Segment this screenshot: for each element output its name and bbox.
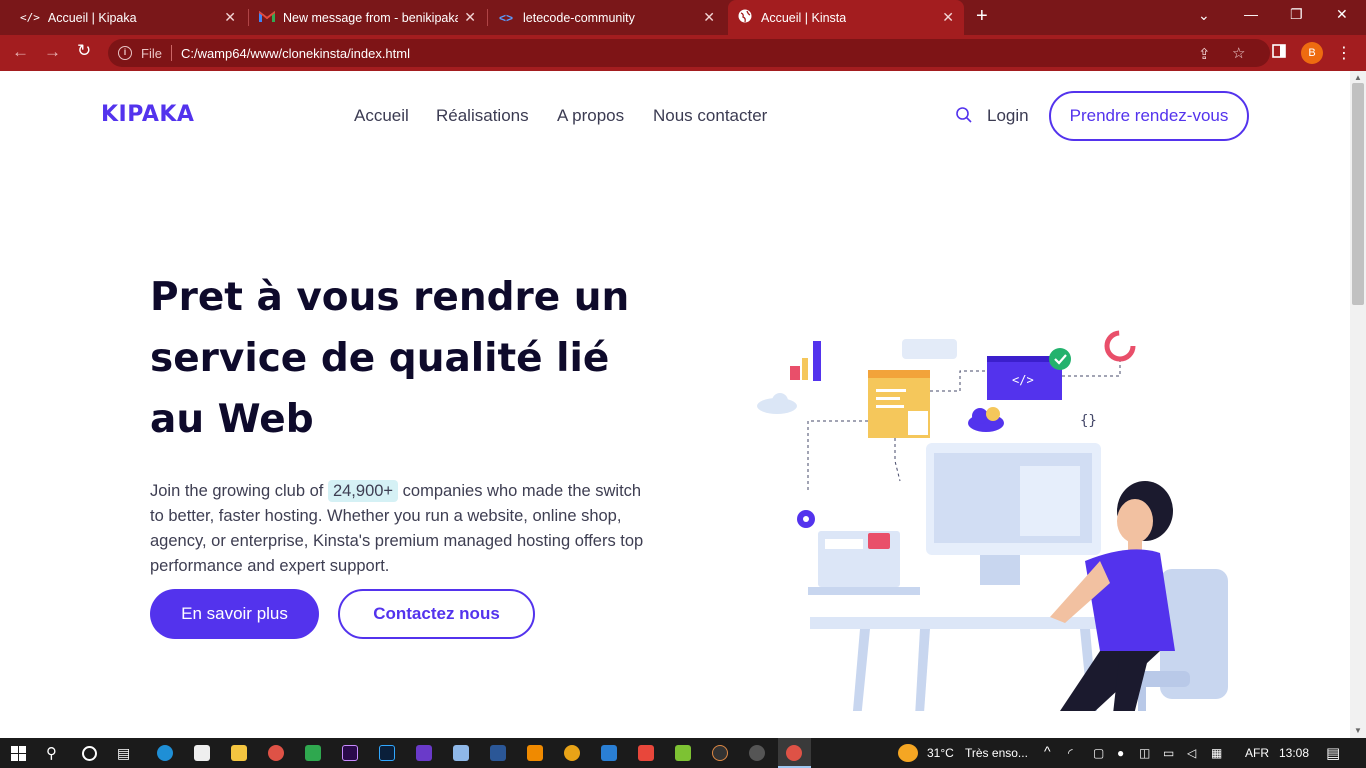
profile-avatar[interactable]: B <box>1301 42 1323 64</box>
premiere-pro-icon[interactable] <box>342 745 358 761</box>
chevron-up-icon[interactable]: ^ <box>1044 743 1051 759</box>
site-logo[interactable]: KIPAKA <box>101 102 194 127</box>
address-bar[interactable]: i File C:/wamp64/www/clonekinsta/index.h… <box>108 39 1270 67</box>
cortana-icon[interactable] <box>82 746 97 761</box>
tab-gmail[interactable]: New message from - benikipaka@ ✕ <box>250 0 486 35</box>
hero-title: Pret à vous rendre un service de qualité… <box>150 275 630 442</box>
search-icon[interactable]: ⚲ <box>46 744 57 762</box>
mail-icon[interactable] <box>194 745 210 761</box>
nav-a-propos[interactable]: A propos <box>557 106 624 126</box>
close-icon[interactable]: ✕ <box>464 9 476 26</box>
code-icon: <> <box>499 10 514 25</box>
vscode-icon[interactable] <box>601 745 617 761</box>
app-icon[interactable] <box>305 745 321 761</box>
tab-title: New message from - benikipaka@ <box>283 10 458 25</box>
battery-icon[interactable]: ▭ <box>1163 746 1174 760</box>
weather-text[interactable]: Très enso... <box>965 746 1028 760</box>
scroll-thumb[interactable] <box>1352 83 1364 305</box>
display-icon[interactable]: ◫ <box>1139 746 1150 760</box>
side-panel-icon[interactable] <box>1272 44 1286 62</box>
svg-text:</>: </> <box>1012 373 1034 387</box>
app-icon[interactable] <box>749 745 765 761</box>
vlc-icon[interactable] <box>527 745 543 761</box>
file-explorer-icon[interactable] <box>231 745 247 761</box>
new-tab-button[interactable]: + <box>976 5 988 28</box>
scroll-down-icon[interactable]: ▼ <box>1354 726 1362 735</box>
notifications-icon[interactable]: ▤ <box>1326 744 1340 762</box>
menu-icon[interactable]: ⋮ <box>1336 43 1352 63</box>
tab-letecode[interactable]: <> letecode-community ✕ <box>489 0 725 35</box>
windows-taskbar: ⚲ ▤ 31°C Très enso... ^ ◜ ▢ ● ◫ ▭ ◁ ▦ AF… <box>0 738 1366 768</box>
hero-illustration: </> {} <box>757 330 1228 711</box>
chrome-icon[interactable] <box>268 745 284 761</box>
chrome-icon[interactable] <box>786 745 802 761</box>
svg-text:{}: {} <box>1080 413 1097 429</box>
learn-more-button[interactable]: En savoir plus <box>150 589 319 639</box>
tab-search-icon[interactable]: ⌄ <box>1198 7 1210 24</box>
tab-title: letecode-community <box>523 10 635 25</box>
app-icon[interactable] <box>564 745 580 761</box>
photoshop-icon[interactable] <box>379 745 395 761</box>
restore-button[interactable]: ❐ <box>1290 6 1303 23</box>
tab-accueil-kinsta[interactable]: Accueil | Kinsta ✕ <box>728 0 964 35</box>
appointment-button[interactable]: Prendre rendez-vous <box>1049 91 1249 141</box>
companies-count-badge: 24,900+ <box>327 480 399 502</box>
tab-title: Accueil | Kipaka <box>47 10 137 25</box>
word-icon[interactable] <box>490 745 506 761</box>
contact-us-button[interactable]: Contactez nous <box>338 589 535 639</box>
share-icon[interactable]: ⇪ <box>1198 45 1211 63</box>
minimize-button[interactable]: — <box>1244 6 1258 22</box>
volume-icon[interactable]: ◁ <box>1187 746 1196 760</box>
search-icon[interactable] <box>955 106 973 129</box>
nav-accueil[interactable]: Accueil <box>354 106 409 126</box>
weather-temperature[interactable]: 31°C <box>927 746 954 760</box>
hero-description: Join the growing club of 24,900+ compani… <box>150 479 650 579</box>
code-icon: </> <box>20 11 40 24</box>
back-button[interactable]: ← <box>12 42 29 62</box>
close-icon[interactable]: ✕ <box>703 9 715 26</box>
microphone-icon[interactable]: ● <box>1117 746 1124 760</box>
scroll-up-icon[interactable]: ▲ <box>1354 73 1362 82</box>
info-icon[interactable]: i <box>118 46 132 60</box>
tab-accueil-kipaka[interactable]: </> Accueil | Kipaka ✕ <box>10 0 246 35</box>
nav-realisations[interactable]: Réalisations <box>436 106 529 126</box>
virtualbox-icon[interactable] <box>453 745 469 761</box>
close-window-button[interactable]: ✕ <box>1336 6 1348 23</box>
edge-icon[interactable] <box>157 745 173 761</box>
browser-toolbar: ← → ↻ i File C:/wamp64/www/clonekinsta/i… <box>0 35 1366 71</box>
windows-start-icon[interactable] <box>11 746 26 766</box>
app-icon[interactable] <box>638 745 654 761</box>
network-icon[interactable]: ◜ <box>1068 746 1073 760</box>
clock[interactable]: 13:08 <box>1279 746 1309 760</box>
app-icon[interactable] <box>675 745 691 761</box>
tab-title: Accueil | Kinsta <box>761 10 847 25</box>
bookmark-star-icon[interactable]: ☆ <box>1232 44 1245 62</box>
forward-button[interactable]: → <box>44 42 61 62</box>
login-link[interactable]: Login <box>987 106 1029 126</box>
globe-icon <box>738 9 752 26</box>
keyboard-icon[interactable]: ▦ <box>1211 746 1222 760</box>
browser-tab-bar: </> Accueil | Kipaka ✕ New message from … <box>0 0 1366 35</box>
weather-icon[interactable] <box>898 744 918 762</box>
gmail-icon <box>259 10 275 25</box>
visual-studio-icon[interactable] <box>416 745 432 761</box>
page-scrollbar[interactable]: ▲ ▼ <box>1350 71 1366 738</box>
web-page: KIPAKA Accueil Réalisations A propos Nou… <box>0 71 1350 738</box>
meet-icon[interactable]: ▢ <box>1093 746 1104 760</box>
hero-text-before: Join the growing club of <box>150 482 328 500</box>
language-indicator[interactable]: AFR <box>1245 746 1269 760</box>
reload-button[interactable]: ↻ <box>77 41 91 61</box>
close-icon[interactable]: ✕ <box>942 9 954 26</box>
file-label: File <box>141 45 162 61</box>
app-icon[interactable] <box>712 745 728 761</box>
close-icon[interactable]: ✕ <box>224 9 236 26</box>
nav-nous-contacter[interactable]: Nous contacter <box>653 106 767 126</box>
url-text[interactable]: C:/wamp64/www/clonekinsta/index.html <box>181 46 410 61</box>
task-view-icon[interactable]: ▤ <box>117 745 130 762</box>
